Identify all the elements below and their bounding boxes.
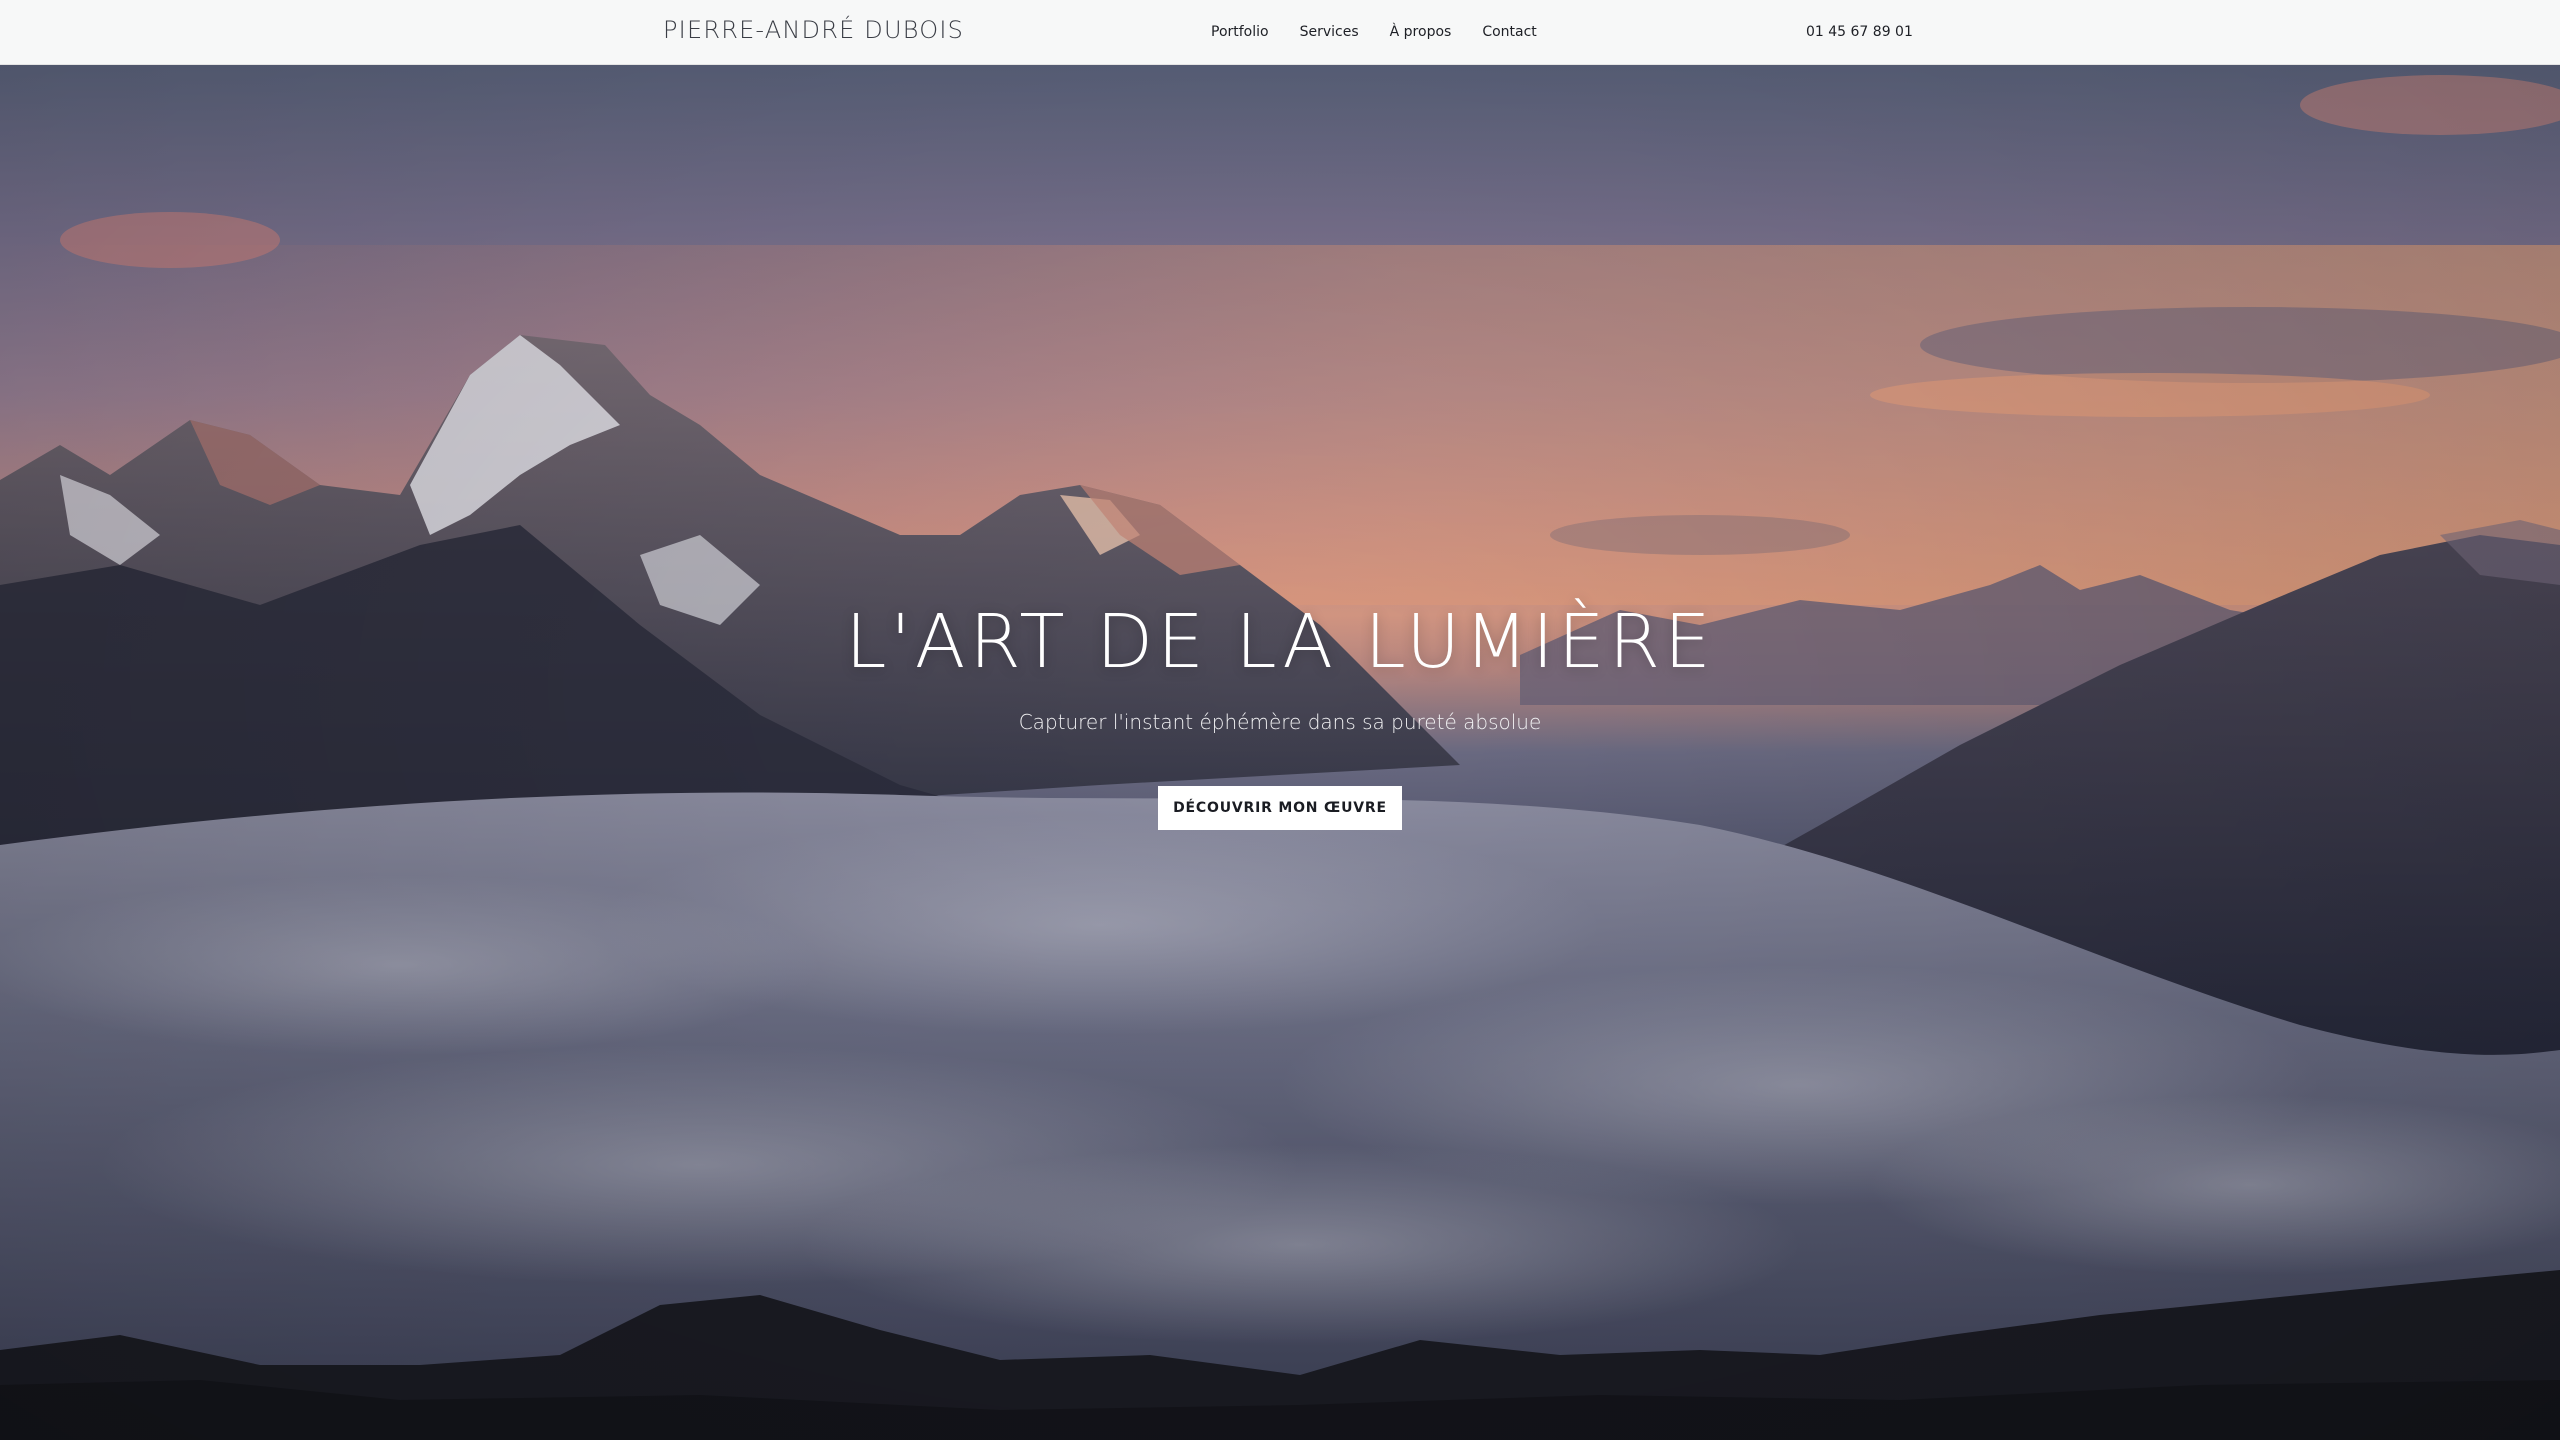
nav-item-a-propos: À propos — [1390, 22, 1483, 42]
nav-item-portfolio: Portfolio — [1211, 22, 1300, 42]
discover-work-button[interactable]: DÉCOUVRIR MON ŒUVRE — [1158, 786, 1402, 830]
nav-link-portfolio[interactable]: Portfolio — [1211, 22, 1269, 42]
nav-list: Portfolio Services À propos Contact — [1211, 22, 1568, 42]
phone-link[interactable]: 01 45 67 89 01 — [1806, 22, 1913, 42]
hero-overlay — [0, 65, 2560, 1440]
site-header: PIERRE-ANDRÉ DUBOIS Portfolio Services À… — [0, 0, 2560, 65]
nav-link-services[interactable]: Services — [1300, 22, 1359, 42]
nav-link-contact[interactable]: Contact — [1482, 22, 1536, 42]
hero-title: L'ART DE LA LUMIÈRE — [845, 599, 1715, 685]
nav-link-a-propos[interactable]: À propos — [1390, 22, 1452, 42]
brand-logo-link[interactable]: PIERRE-ANDRÉ DUBOIS — [663, 16, 964, 44]
hero-subtitle: Capturer l'instant éphémère dans sa pure… — [1018, 710, 1542, 734]
nav-item-contact: Contact — [1482, 22, 1567, 42]
nav-item-services: Services — [1300, 22, 1390, 42]
hero-section: L'ART DE LA LUMIÈRE Capturer l'instant é… — [0, 65, 2560, 1440]
